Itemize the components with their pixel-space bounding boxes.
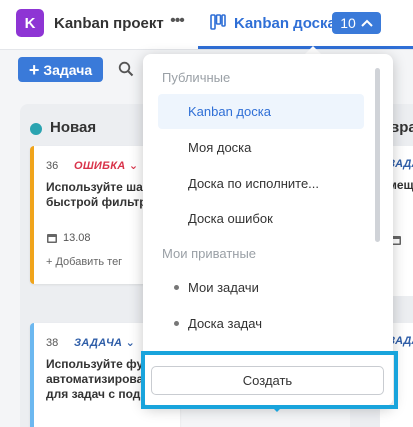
search-icon[interactable]: [118, 61, 134, 77]
card-type-select[interactable]: ЗАДАЧА ⌄: [74, 336, 135, 349]
more-dots-icon[interactable]: •••: [168, 12, 186, 32]
add-tag-link[interactable]: + Добавить тег: [46, 256, 122, 268]
bullet-icon: [174, 285, 179, 290]
board-option-my-board[interactable]: Моя доска: [158, 130, 364, 165]
column-title: вра: [390, 119, 413, 136]
create-board-button[interactable]: Создать: [151, 366, 384, 395]
add-task-label: Задача: [43, 61, 93, 78]
card-number: 38: [46, 337, 59, 349]
project-title[interactable]: Kanban проект: [54, 15, 164, 32]
top-header: K Kanban проект ••• Kanban доска 10: [0, 0, 413, 50]
board-option-by-assignee[interactable]: Доска по исполните...: [158, 166, 364, 201]
project-avatar[interactable]: K: [16, 9, 44, 37]
section-private-label: Мои приватные: [162, 246, 257, 261]
highlight-pointer: [270, 405, 284, 412]
add-task-button[interactable]: + Задача: [18, 57, 103, 82]
dropdown-scrollbar[interactable]: [375, 68, 380, 242]
board-switcher-button[interactable]: 10: [332, 12, 381, 34]
tab-kanban-board[interactable]: Kanban доска: [234, 15, 336, 32]
column-status-dot: [30, 123, 42, 135]
plus-icon: +: [28, 59, 40, 80]
column-title: Новая: [50, 119, 97, 136]
board-option-kanban[interactable]: Kanban доска: [158, 94, 364, 129]
board-option-bugs[interactable]: Доска ошибок: [158, 201, 364, 236]
section-public-label: Публичные: [162, 70, 231, 85]
dropdown-caret: [305, 46, 321, 54]
board-option-task-board[interactable]: Доска задач: [158, 306, 364, 341]
card-type-select[interactable]: ОШИБКА ⌄: [74, 159, 138, 172]
card-due-date[interactable]: 13.08: [46, 232, 91, 244]
card-number: 36: [46, 160, 59, 172]
board-count: 10: [340, 15, 356, 31]
calendar-icon: [47, 234, 57, 243]
bullet-icon: [174, 321, 179, 326]
chevron-up-icon: [361, 19, 373, 27]
board-icon: [210, 14, 226, 30]
board-option-my-tasks[interactable]: Мои задачи: [158, 270, 364, 305]
